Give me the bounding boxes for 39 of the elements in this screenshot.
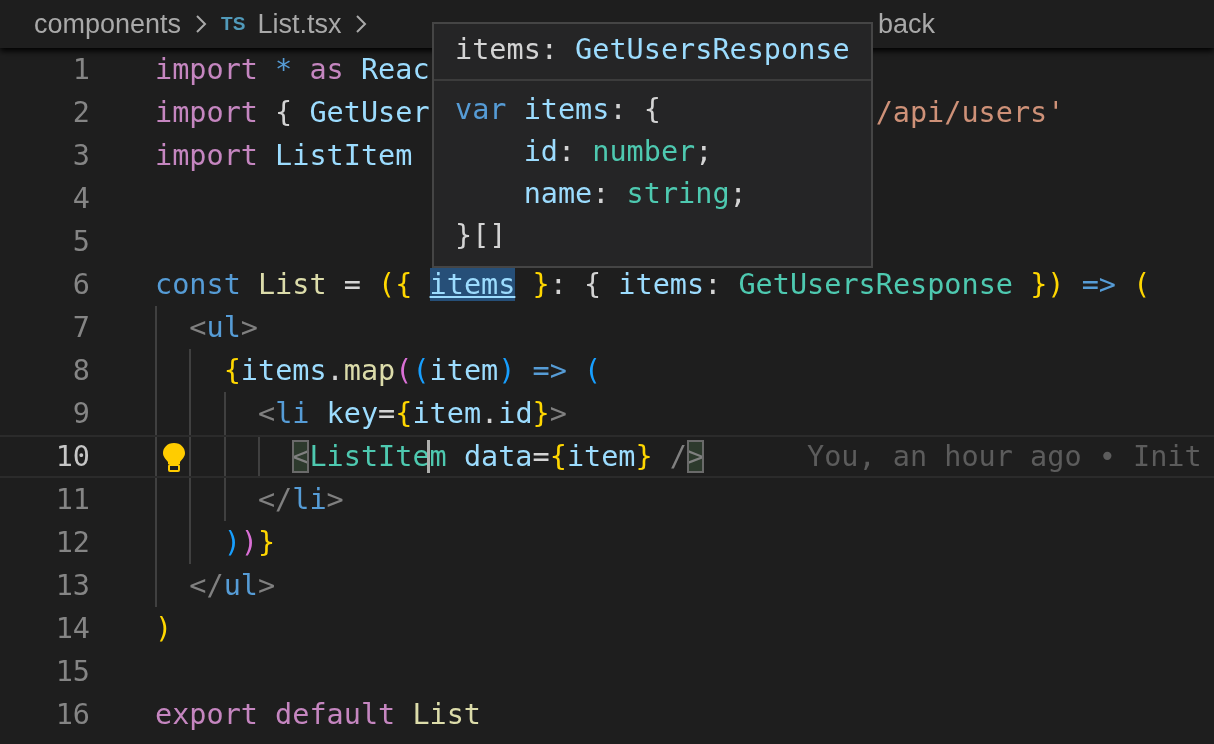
line-number: 4 [71,181,90,217]
code-text: ))} [222,526,276,559]
code-text: var items: { [455,92,662,128]
code-text: name: string; [522,176,748,212]
line-number: 5 [71,224,90,260]
code-text: }[] [455,218,508,254]
line-number: 6 [71,267,90,303]
line-number: 15 [54,654,90,690]
line-number: 9 [71,396,90,432]
code-text: </li> [256,483,344,516]
type-signature: items: GetUsersResponse [434,24,871,81]
line-number: 2 [71,95,90,131]
breadcrumb-item[interactable]: back [878,8,936,40]
code-text: </ul> [188,569,276,602]
code-text: const List = ({ items }: { items: GetUsersResponse }) => ( [155,268,1151,301]
breadcrumb-item[interactable]: components [34,8,182,40]
breadcrumb-item[interactable]: List.tsx [257,8,342,40]
line-number: 13 [54,568,90,604]
line-number: 10 [54,439,90,475]
code-text: import * as Reac [155,53,430,86]
code-text: <li key={item.id}> [256,397,567,430]
code-text: import ListItem [155,139,413,172]
line-number: 11 [54,482,90,518]
line-number: 3 [71,138,90,174]
blame-annotation: You, an hour ago • Init [807,439,1202,475]
code-text: <ul> [188,311,258,344]
code-text: {items.map((item) => ( [222,354,602,387]
code-text: /api/users' [875,95,1065,131]
code-text: import { GetUser [155,96,430,129]
code-text: id: number; [522,134,714,170]
line-number: 16 [54,697,90,733]
line-number: 14 [54,611,90,647]
line-number: 1 [71,52,90,88]
code-text: export default List [155,698,482,731]
code-text: ) [155,612,173,645]
typescript-icon: TS [221,13,246,35]
line-number: 12 [54,525,90,561]
line-number: 7 [71,310,90,346]
line-number: 8 [71,353,90,389]
